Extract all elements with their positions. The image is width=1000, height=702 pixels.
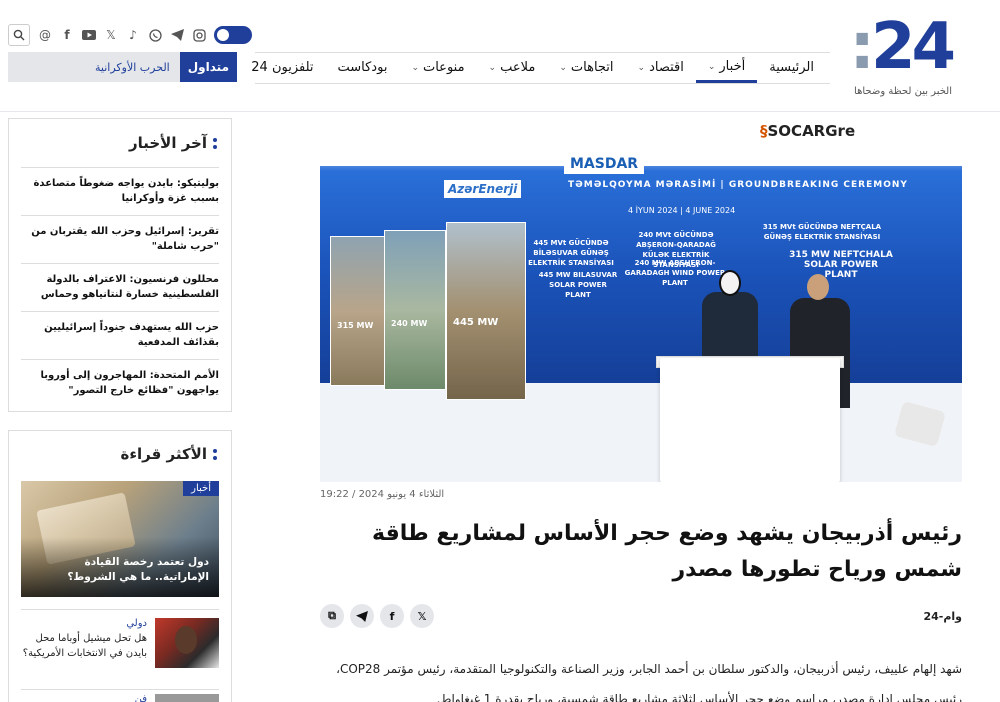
plant-caption: 315 MVt GÜCÜNDƏ NEFTÇALA GÜNƏŞ ELEKTRİK …: [762, 223, 882, 241]
azerenerji-logo: AzərEnerji: [444, 180, 522, 198]
search-icon[interactable]: [8, 24, 30, 46]
latest-news-item[interactable]: محللون فرنسيون: الاعتراف بالدولة الفلسطي…: [21, 263, 219, 311]
story-thumbnail[interactable]: [155, 618, 219, 668]
featured-story-title[interactable]: دول تعتمد رخصة القيادة الإماراتية.. ما ه…: [31, 555, 209, 585]
most-read-title: الأكثر قراءة: [9, 431, 231, 477]
trending-label: متداول: [179, 52, 237, 82]
masdar-logo: MASDAR: [564, 154, 645, 174]
latest-news-title: آخر الأخبار: [9, 119, 231, 167]
article-hero-image: §SOCARGre MASDAR AzərEnerji TƏMƏLQOYMA M…: [320, 118, 962, 482]
x-icon[interactable]: 𝕏: [410, 604, 434, 628]
trending-link[interactable]: الحرب الأوكرانية: [95, 61, 180, 74]
logo-mark: :24: [849, 10, 956, 84]
logo-tagline: الخبر بين لحظة وضحاها: [854, 86, 952, 97]
latest-news-item[interactable]: الأمم المتحدة: المهاجرون إلى أوروبا يواج…: [21, 359, 219, 407]
nav-item-variety[interactable]: منوعات ⌄: [399, 53, 476, 83]
x-icon[interactable]: 𝕏: [104, 28, 118, 42]
site-header: :24 الخبر بين لحظة وضحاها @ f 𝕏 ♪ الرئيس…: [0, 0, 1000, 112]
story-row[interactable]: دولي هل تحل ميشيل أوباما محل بايدن في ال…: [21, 609, 219, 673]
story-thumbnail[interactable]: [155, 694, 219, 702]
nav-item-sports[interactable]: ملاعب ⌄: [477, 53, 548, 83]
story-category[interactable]: دولي: [21, 618, 147, 629]
plant-caption: 445 MW BILASUVAR SOLAR POWER PLANT: [538, 271, 618, 299]
latest-news-widget: آخر الأخبار بوليتيكو: بايدن يواجه ضغوطاً…: [8, 118, 232, 412]
nav-item-trends[interactable]: اتجاهات ⌄: [547, 53, 625, 83]
story-category[interactable]: فن: [135, 694, 147, 702]
story-row[interactable]: فن: [21, 689, 219, 702]
instagram-icon[interactable]: [192, 28, 206, 42]
most-read-widget: الأكثر قراءة أخبار دول تعتمد رخصة القياد…: [8, 430, 232, 702]
nav-item-tv[interactable]: تلفزيون 24: [239, 53, 325, 83]
podium: [660, 358, 840, 482]
latest-news-item[interactable]: تقرير: إسرائيل وحزب الله يقتربان من "حرب…: [21, 215, 219, 263]
latest-news-item[interactable]: حزب الله يستهدف جنوداً إسرائيليين بقذائف…: [21, 311, 219, 359]
whatsapp-icon[interactable]: [148, 28, 162, 42]
trending-bar: متداول الحرب الأوكرانية: [8, 52, 237, 82]
article-date: الثلاثاء 4 يونيو 2024 / 19:22: [320, 489, 445, 500]
ceremony-screen: §SOCARGre MASDAR AzərEnerji TƏMƏLQOYMA M…: [320, 118, 962, 400]
chevron-down-icon: ⌄: [411, 63, 419, 73]
section-marker-icon: [213, 137, 217, 149]
nav-item-podcast[interactable]: بودكاست: [326, 53, 400, 83]
dark-mode-toggle[interactable]: [214, 26, 252, 44]
nav-item-economy[interactable]: اقتصاد ⌄: [626, 53, 696, 83]
chevron-down-icon: ⌄: [637, 63, 646, 73]
plant-caption: 445 MVt GÜCÜNDƏ BİLƏSUVAR GÜNƏŞ ELEKTRİK…: [528, 239, 614, 267]
plant-caption: 315 MW NEFTCHALA SOLAR POWER PLANT: [789, 250, 893, 280]
article-source: 24-وام: [923, 610, 962, 623]
chevron-down-icon: ⌄: [559, 63, 567, 73]
youtube-icon[interactable]: [82, 28, 96, 42]
facebook-icon[interactable]: f: [380, 604, 404, 628]
threads-icon[interactable]: @: [38, 28, 52, 42]
chevron-down-icon: ⌄: [488, 63, 497, 73]
plant-photo: 315 MW: [330, 236, 388, 386]
speaker-device: [894, 400, 946, 448]
topbar: @ f 𝕏 ♪: [8, 24, 252, 46]
share-bar: ⧉ f 𝕏: [320, 604, 434, 628]
nav-item-news[interactable]: أخبار ⌄: [695, 53, 758, 83]
telegram-icon[interactable]: [350, 604, 374, 628]
facebook-icon[interactable]: f: [60, 28, 74, 42]
section-marker-icon: [213, 448, 217, 460]
tiktok-icon[interactable]: ♪: [126, 28, 140, 42]
telegram-icon[interactable]: [170, 28, 184, 42]
article-title: رئيس أذربيجان يشهد وضع حجر الأساس لمشاري…: [371, 521, 962, 582]
plant-photo: 240 MW: [384, 230, 446, 390]
ceremony-date: 4 İYUN 2024 | 4 JUNE 2024: [628, 206, 736, 215]
latest-news-item[interactable]: بوليتيكو: بايدن يواجه ضغوطاً متصاعدة بسب…: [21, 167, 219, 215]
main-nav: الرئيسية أخبار ⌄ اقتصاد ⌄ اتجاهات ⌄ ملاعب ⌄ …: [251, 52, 830, 84]
plant-caption: 240 MW ABSHERON-GARADAGH WIND POWER PLAN…: [624, 259, 726, 287]
copy-icon[interactable]: ⧉: [320, 604, 344, 628]
story-title[interactable]: هل تحل ميشيل أوباما محل بايدن في الانتخا…: [21, 631, 147, 661]
plant-photo: 445 MW: [446, 222, 526, 400]
ceremony-heading: TƏMƏLQOYMA MƏRASİMİ | GROUNDBREAKING CER…: [568, 180, 908, 190]
featured-story[interactable]: أخبار دول تعتمد رخصة القيادة الإماراتية.…: [21, 481, 219, 597]
socar-logo: §SOCARGre: [754, 120, 862, 142]
category-tag[interactable]: أخبار: [183, 481, 219, 496]
chevron-down-icon: ⌄: [707, 61, 716, 72]
nav-item-home[interactable]: الرئيسية: [757, 53, 826, 83]
article-body: شهد إلهام علييف، رئيس أذربيجان، والدكتور…: [336, 662, 962, 702]
site-logo[interactable]: :24 الخبر بين لحظة وضحاها: [842, 10, 956, 102]
